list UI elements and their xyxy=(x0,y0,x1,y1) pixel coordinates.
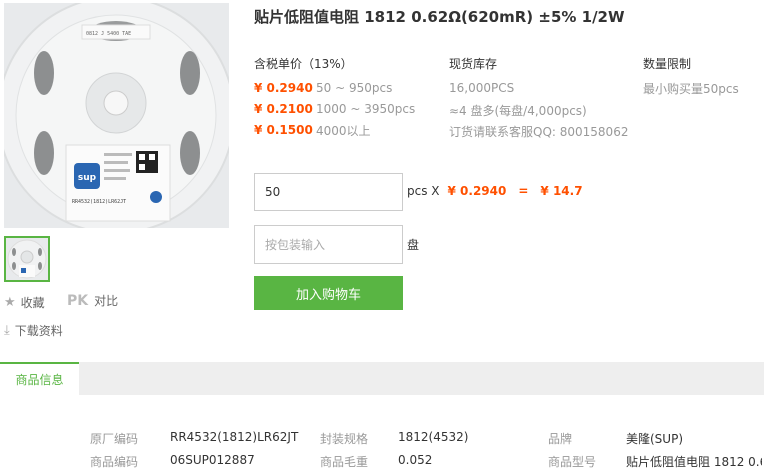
svg-text:RR4532(1812)LR62JT: RR4532(1812)LR62JT xyxy=(72,199,126,205)
compare-button[interactable]: PK 对比 xyxy=(67,292,118,309)
attr-value: 06SUP012887 xyxy=(170,453,255,467)
product-title: 贴片低阻值电阻 1812 0.62Ω(620mR) ±5% 1/2W xyxy=(254,8,625,26)
price-tier-row: ¥ 0.2100 1000 ~ 3950pcs xyxy=(254,99,415,119)
quantity-input[interactable] xyxy=(254,173,403,211)
equals-sign: = xyxy=(518,184,529,198)
attr-value: 0.052 xyxy=(398,453,433,467)
attr-key: 商品毛重 xyxy=(320,455,369,469)
collect-button[interactable]: ★ 收藏 xyxy=(4,294,45,311)
reel-illustration: 0812 J 5400 TAE sup RR4532(1812)LR62JT xyxy=(4,3,229,228)
product-thumbnail[interactable] xyxy=(4,236,50,282)
attr-key: 商品型号 xyxy=(548,455,597,469)
price-tier-row: ¥ 0.1500 4000以上 xyxy=(254,120,371,140)
attr-key: 商品编码 xyxy=(90,455,139,469)
reel-quantity-input[interactable] xyxy=(254,225,403,264)
tier-quantity: 4000以上 xyxy=(316,123,371,138)
stock-reel-count: ≈4 盘多(每盘/4,000pcs) xyxy=(449,104,587,118)
tier-price: ¥ 0.2100 xyxy=(254,102,313,116)
download-icon: ⤓ xyxy=(4,323,10,338)
purchase-limit: 最小购买量50pcs xyxy=(643,82,739,96)
reel-unit-label: 盘 xyxy=(407,238,420,252)
price-header: 含税单价（13%） xyxy=(254,57,353,71)
attr-key: 封装规格 xyxy=(320,432,369,446)
svg-text:0812 J 5400 TAE: 0812 J 5400 TAE xyxy=(86,31,131,37)
unit-label: pcs X xyxy=(407,184,440,198)
tier-price: ¥ 0.2940 xyxy=(254,81,313,95)
tab-product-info[interactable]: 商品信息 xyxy=(0,362,79,395)
stock-quantity: 16,000PCS xyxy=(449,81,515,95)
price-tier-row: ¥ 0.2940 50 ~ 950pcs xyxy=(254,78,392,98)
stock-contact: 订货请联系客服QQ: 800158062 xyxy=(449,125,629,139)
svg-text:sup: sup xyxy=(78,173,97,183)
tier-quantity: 1000 ~ 3950pcs xyxy=(316,102,416,116)
download-label: 下载资料 xyxy=(14,324,63,338)
limit-header: 数量限制 xyxy=(643,57,692,71)
total-price: ¥ 14.7 xyxy=(540,184,583,198)
compare-label: 对比 xyxy=(94,294,119,308)
tier-price: ¥ 0.1500 xyxy=(254,123,313,137)
product-main-image[interactable]: 0812 J 5400 TAE sup RR4532(1812)LR62JT xyxy=(4,3,229,228)
collect-label: 收藏 xyxy=(20,296,45,310)
tier-quantity: 50 ~ 950pcs xyxy=(316,81,393,95)
download-button[interactable]: ⤓ 下载资料 xyxy=(4,322,63,339)
price-calculation: pcs X ¥ 0.2940 = ¥ 14.7 xyxy=(407,184,583,198)
attr-value: RR4532(1812)LR62JT xyxy=(170,430,299,444)
attr-value: 贴片低阻值电阻 1812 0.6. xyxy=(626,455,762,469)
star-icon: ★ xyxy=(4,295,16,310)
attr-key: 原厂编码 xyxy=(90,432,139,446)
unit-price: ¥ 0.2940 xyxy=(447,184,507,198)
pk-icon: PK xyxy=(67,292,89,309)
thumbnail-image xyxy=(6,238,48,280)
info-tab-bar: 商品信息 xyxy=(0,362,764,395)
add-to-cart-button[interactable]: 加入购物车 xyxy=(254,276,403,310)
stock-header: 现货库存 xyxy=(449,57,498,71)
attr-key: 品牌 xyxy=(548,432,573,446)
attr-value: 美隆(SUP) xyxy=(626,432,684,446)
attr-value: 1812(4532) xyxy=(398,430,469,444)
